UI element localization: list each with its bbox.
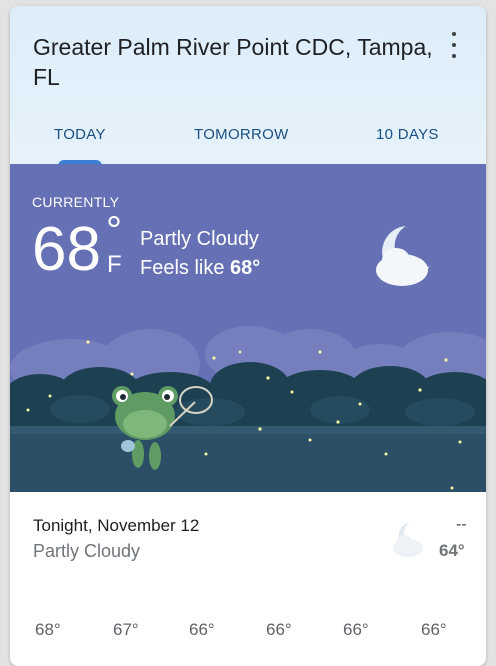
card-header: Greater Palm River Point CDC, Tampa, FL … [10,6,486,164]
feels-like-label: Feels like [140,257,225,279]
tab-10-days[interactable]: 10 DAYS [376,126,439,143]
temperature-unit: F [107,251,122,278]
tab-today[interactable]: TODAY [54,126,106,143]
more-vert-icon[interactable] [442,30,466,60]
tab-bar: TODAY TOMORROW 10 DAYS [10,122,486,164]
degree-symbol: ° [106,209,122,253]
feels-like-value: 68° [230,257,261,279]
current-temperature: 68 [32,215,101,284]
hourly-temp: 66° [421,620,447,639]
hourly-temp: 66° [343,620,369,639]
hourly-temp: 66° [266,620,292,639]
night-landscape-illustration [10,326,486,492]
hourly-temp: 67° [113,620,139,639]
tonight-title: Tonight, November 12 [33,516,200,535]
weather-scene: CURRENTLY 68 ° F Partly Cloudy Feels lik… [10,164,486,492]
hourly-temp: 68° [35,620,61,639]
moon-cloud-icon [376,226,430,286]
tonight-high: -- [456,516,467,533]
tab-tomorrow[interactable]: TOMORROW [194,126,289,143]
weather-card: Greater Palm River Point CDC, Tampa, FL … [10,6,486,666]
tonight-low: 64° [439,541,465,560]
feels-like: Feels like 68° [140,255,260,281]
hourly-forecast: 68° 67° 66° 66° 66° 66° [0,620,476,650]
current-condition: Partly Cloudy [140,228,259,250]
hourly-temp: 66° [189,620,215,639]
tonight-condition: Partly Cloudy [33,541,141,561]
moon-cloud-icon [393,522,424,557]
location-title: Greater Palm River Point CDC, Tampa, FL [33,34,433,90]
